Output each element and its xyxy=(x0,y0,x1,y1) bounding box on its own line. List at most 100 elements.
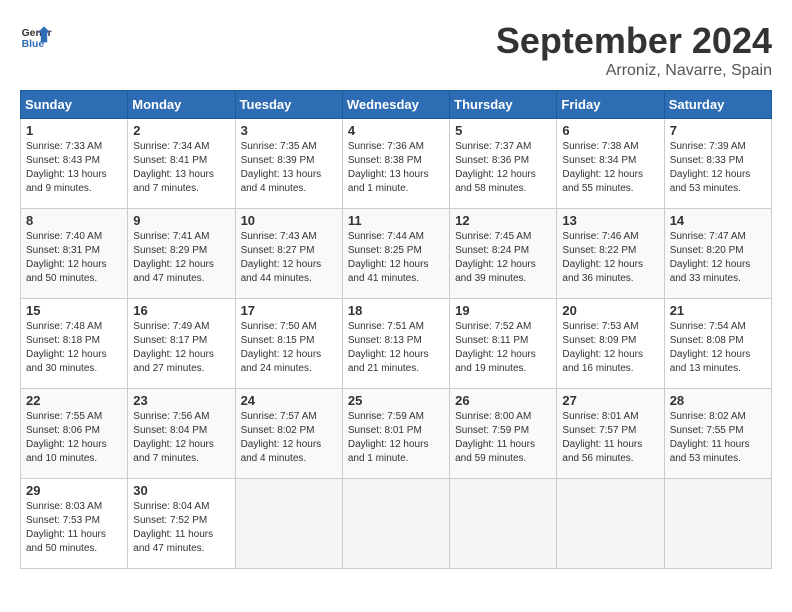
day-info: Sunrise: 8:02 AM Sunset: 7:55 PM Dayligh… xyxy=(670,410,766,466)
day-info: Sunrise: 7:49 AM Sunset: 8:17 PM Dayligh… xyxy=(133,320,229,376)
calendar-cell: 17 Sunrise: 7:50 AM Sunset: 8:15 PM Dayli… xyxy=(235,299,342,389)
calendar-cell xyxy=(342,479,449,569)
logo: General Blue xyxy=(20,20,52,52)
day-info: Sunrise: 7:35 AM Sunset: 8:39 PM Dayligh… xyxy=(241,140,337,196)
day-info: Sunrise: 8:01 AM Sunset: 7:57 PM Dayligh… xyxy=(562,410,658,466)
calendar-cell xyxy=(664,479,771,569)
weekday-header-saturday: Saturday xyxy=(664,91,771,119)
day-number: 9 xyxy=(133,213,229,228)
day-number: 30 xyxy=(133,483,229,498)
day-info: Sunrise: 7:48 AM Sunset: 8:18 PM Dayligh… xyxy=(26,320,122,376)
day-number: 27 xyxy=(562,393,658,408)
location-subtitle: Arroniz, Navarre, Spain xyxy=(496,62,772,80)
day-info: Sunrise: 7:41 AM Sunset: 8:29 PM Dayligh… xyxy=(133,230,229,286)
calendar-cell: 13Sunrise: 7:46 AM Sunset: 8:22 PM Dayli… xyxy=(557,209,664,299)
weekday-header-thursday: Thursday xyxy=(450,91,557,119)
day-info: Sunrise: 7:55 AM Sunset: 8:06 PM Dayligh… xyxy=(26,410,122,466)
day-number: 25 xyxy=(348,393,444,408)
weekday-header-wednesday: Wednesday xyxy=(342,91,449,119)
day-number: 3 xyxy=(241,123,337,138)
calendar-table: SundayMondayTuesdayWednesdayThursdayFrid… xyxy=(20,90,772,569)
calendar-cell: 4 Sunrise: 7:36 AM Sunset: 8:38 PM Daylig… xyxy=(342,119,449,209)
day-info: Sunrise: 7:33 AM Sunset: 8:43 PM Dayligh… xyxy=(26,140,122,196)
day-number: 11 xyxy=(348,213,444,228)
day-number: 20 xyxy=(562,303,658,318)
day-info: Sunrise: 7:51 AM Sunset: 8:13 PM Dayligh… xyxy=(348,320,444,376)
calendar-cell: 10Sunrise: 7:43 AM Sunset: 8:27 PM Dayli… xyxy=(235,209,342,299)
day-info: Sunrise: 7:40 AM Sunset: 8:31 PM Dayligh… xyxy=(26,230,122,286)
page-header: General Blue September 2024 Arroniz, Nav… xyxy=(20,20,772,80)
calendar-cell: 15 Sunrise: 7:48 AM Sunset: 8:18 PM Dayli… xyxy=(21,299,128,389)
day-number: 6 xyxy=(562,123,658,138)
calendar-cell: 22 Sunrise: 7:55 AM Sunset: 8:06 PM Dayli… xyxy=(21,389,128,479)
weekday-header-sunday: Sunday xyxy=(21,91,128,119)
calendar-cell xyxy=(235,479,342,569)
day-number: 19 xyxy=(455,303,551,318)
calendar-cell: 25 Sunrise: 7:59 AM Sunset: 8:01 PM Dayli… xyxy=(342,389,449,479)
day-info: Sunrise: 7:52 AM Sunset: 8:11 PM Dayligh… xyxy=(455,320,551,376)
day-number: 29 xyxy=(26,483,122,498)
weekday-header-row: SundayMondayTuesdayWednesdayThursdayFrid… xyxy=(21,91,772,119)
day-info: Sunrise: 7:53 AM Sunset: 8:09 PM Dayligh… xyxy=(562,320,658,376)
day-info: Sunrise: 7:45 AM Sunset: 8:24 PM Dayligh… xyxy=(455,230,551,286)
weekday-header-tuesday: Tuesday xyxy=(235,91,342,119)
weekday-header-monday: Monday xyxy=(128,91,235,119)
day-info: Sunrise: 7:59 AM Sunset: 8:01 PM Dayligh… xyxy=(348,410,444,466)
day-number: 15 xyxy=(26,303,122,318)
calendar-cell: 1 Sunrise: 7:33 AM Sunset: 8:43 PM Daylig… xyxy=(21,119,128,209)
calendar-cell: 12 Sunrise: 7:45 AM Sunset: 8:24 PM Dayli… xyxy=(450,209,557,299)
day-info: Sunrise: 7:54 AM Sunset: 8:08 PM Dayligh… xyxy=(670,320,766,376)
calendar-week-row: 1 Sunrise: 7:33 AM Sunset: 8:43 PM Daylig… xyxy=(21,119,772,209)
calendar-cell: 9 Sunrise: 7:41 AM Sunset: 8:29 PM Daylig… xyxy=(128,209,235,299)
day-number: 12 xyxy=(455,213,551,228)
svg-text:General: General xyxy=(22,28,52,39)
calendar-cell: 24 Sunrise: 7:57 AM Sunset: 8:02 PM Dayli… xyxy=(235,389,342,479)
calendar-cell: 8 Sunrise: 7:40 AM Sunset: 8:31 PM Daylig… xyxy=(21,209,128,299)
day-number: 16 xyxy=(133,303,229,318)
day-number: 21 xyxy=(670,303,766,318)
day-number: 24 xyxy=(241,393,337,408)
day-number: 23 xyxy=(133,393,229,408)
day-info: Sunrise: 7:36 AM Sunset: 8:38 PM Dayligh… xyxy=(348,140,444,196)
day-number: 5 xyxy=(455,123,551,138)
calendar-cell: 30 Sunrise: 8:04 AM Sunset: 7:52 PM Dayli… xyxy=(128,479,235,569)
weekday-header-friday: Friday xyxy=(557,91,664,119)
calendar-cell: 2 Sunrise: 7:34 AM Sunset: 8:41 PM Daylig… xyxy=(128,119,235,209)
calendar-cell: 6 Sunrise: 7:38 AM Sunset: 8:34 PM Daylig… xyxy=(557,119,664,209)
day-info: Sunrise: 7:57 AM Sunset: 8:02 PM Dayligh… xyxy=(241,410,337,466)
calendar-cell: 28Sunrise: 8:02 AM Sunset: 7:55 PM Dayli… xyxy=(664,389,771,479)
day-info: Sunrise: 7:44 AM Sunset: 8:25 PM Dayligh… xyxy=(348,230,444,286)
calendar-cell: 19 Sunrise: 7:52 AM Sunset: 8:11 PM Dayli… xyxy=(450,299,557,389)
day-info: Sunrise: 7:38 AM Sunset: 8:34 PM Dayligh… xyxy=(562,140,658,196)
calendar-week-row: 8 Sunrise: 7:40 AM Sunset: 8:31 PM Daylig… xyxy=(21,209,772,299)
day-info: Sunrise: 7:56 AM Sunset: 8:04 PM Dayligh… xyxy=(133,410,229,466)
day-number: 4 xyxy=(348,123,444,138)
day-info: Sunrise: 7:34 AM Sunset: 8:41 PM Dayligh… xyxy=(133,140,229,196)
calendar-cell: 26Sunrise: 8:00 AM Sunset: 7:59 PM Dayli… xyxy=(450,389,557,479)
day-number: 1 xyxy=(26,123,122,138)
calendar-cell: 20 Sunrise: 7:53 AM Sunset: 8:09 PM Dayli… xyxy=(557,299,664,389)
day-number: 26 xyxy=(455,393,551,408)
day-number: 13 xyxy=(562,213,658,228)
calendar-cell: 21 Sunrise: 7:54 AM Sunset: 8:08 PM Dayli… xyxy=(664,299,771,389)
calendar-cell: 3 Sunrise: 7:35 AM Sunset: 8:39 PM Daylig… xyxy=(235,119,342,209)
calendar-week-row: 22 Sunrise: 7:55 AM Sunset: 8:06 PM Dayli… xyxy=(21,389,772,479)
calendar-cell: 23 Sunrise: 7:56 AM Sunset: 8:04 PM Dayli… xyxy=(128,389,235,479)
day-number: 2 xyxy=(133,123,229,138)
day-number: 7 xyxy=(670,123,766,138)
day-info: Sunrise: 7:37 AM Sunset: 8:36 PM Dayligh… xyxy=(455,140,551,196)
calendar-cell: 5 Sunrise: 7:37 AM Sunset: 8:36 PM Daylig… xyxy=(450,119,557,209)
calendar-week-row: 29 Sunrise: 8:03 AM Sunset: 7:53 PM Dayli… xyxy=(21,479,772,569)
calendar-cell: 14Sunrise: 7:47 AM Sunset: 8:20 PM Dayli… xyxy=(664,209,771,299)
day-info: Sunrise: 8:03 AM Sunset: 7:53 PM Dayligh… xyxy=(26,500,122,556)
day-number: 22 xyxy=(26,393,122,408)
day-number: 17 xyxy=(241,303,337,318)
day-info: Sunrise: 7:50 AM Sunset: 8:15 PM Dayligh… xyxy=(241,320,337,376)
month-title: September 2024 xyxy=(496,20,772,62)
logo-icon: General Blue xyxy=(20,20,52,52)
calendar-week-row: 15 Sunrise: 7:48 AM Sunset: 8:18 PM Dayli… xyxy=(21,299,772,389)
calendar-cell: 7Sunrise: 7:39 AM Sunset: 8:33 PM Daylig… xyxy=(664,119,771,209)
day-number: 8 xyxy=(26,213,122,228)
calendar-cell xyxy=(450,479,557,569)
day-info: Sunrise: 8:04 AM Sunset: 7:52 PM Dayligh… xyxy=(133,500,229,556)
